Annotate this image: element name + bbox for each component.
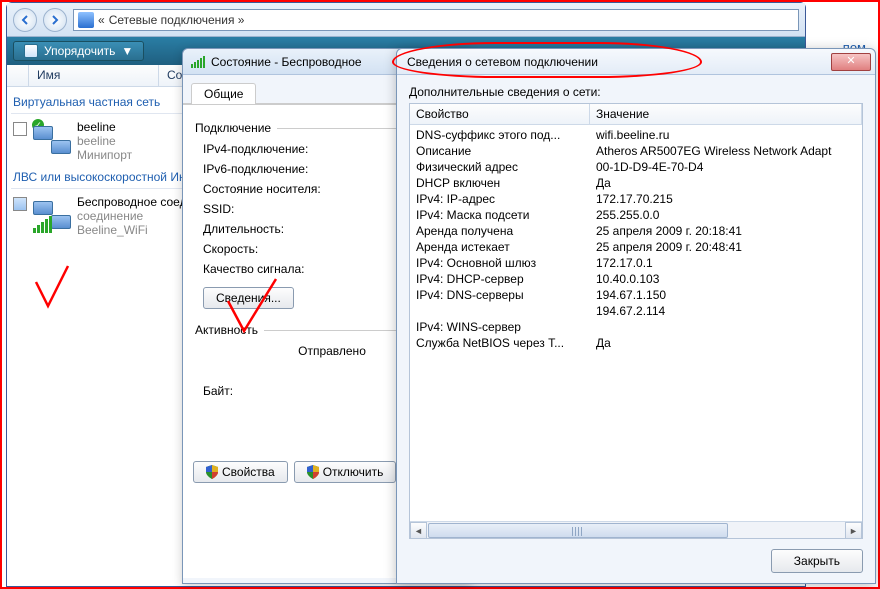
table-row[interactable]: IPv4: WINS-сервер	[410, 319, 862, 335]
cell-property: IPv4: IP-адрес	[410, 192, 590, 206]
cell-property: Служба NetBIOS через T...	[410, 336, 590, 350]
details-button[interactable]: Сведения...	[203, 287, 294, 309]
table-row[interactable]: DNS-суффикс этого под...wifi.beeline.ru	[410, 127, 862, 143]
horizontal-scrollbar[interactable]: ◄ ►	[410, 521, 862, 538]
cell-value: 194.67.1.150	[590, 288, 862, 302]
cell-property: IPv4: Основной шлюз	[410, 256, 590, 270]
organize-icon	[24, 44, 38, 58]
cell-value: 194.67.2.114	[590, 304, 862, 318]
wireless-icon	[33, 195, 71, 233]
cell-property: DHCP включен	[410, 176, 590, 190]
close-button[interactable]: Закрыть	[771, 549, 863, 573]
lbl-media: Состояние носителя:	[203, 181, 353, 197]
cell-value: 25 апреля 2009 г. 20:18:41	[590, 224, 862, 238]
cell-value: 25 апреля 2009 г. 20:48:41	[590, 240, 862, 254]
item-line2: beeline	[77, 134, 132, 148]
address-text: Сетевые подключения »	[109, 13, 245, 27]
item-name: beeline	[77, 120, 132, 134]
item-checkbox[interactable]	[13, 122, 27, 136]
cell-value: Да	[590, 176, 862, 190]
cell-property: Аренда получена	[410, 224, 590, 238]
lbl-signal: Качество сигнала:	[203, 261, 353, 277]
cell-value: 172.17.0.1	[590, 256, 862, 270]
table-row[interactable]: 194.67.2.114	[410, 303, 862, 319]
cell-property: IPv4: DNS-серверы	[410, 288, 590, 302]
table-row[interactable]: IPv4: IP-адрес172.17.70.215	[410, 191, 862, 207]
cell-value: 172.17.70.215	[590, 192, 862, 206]
lbl-ssid: SSID:	[203, 201, 353, 217]
cell-property: Физический адрес	[410, 160, 590, 174]
details-title-bar[interactable]: Сведения о сетевом подключении ✕	[397, 49, 875, 75]
cell-value: Да	[590, 336, 862, 350]
table-row[interactable]: IPv4: DHCP-сервер10.40.0.103	[410, 271, 862, 287]
table-row[interactable]: Физический адрес00-1D-D9-4E-70-D4	[410, 159, 862, 175]
cell-property: IPv4: WINS-сервер	[410, 320, 590, 334]
table-row[interactable]: IPv4: DNS-серверы194.67.1.150	[410, 287, 862, 303]
table-row[interactable]: IPv4: Маска подсети255.255.0.0	[410, 207, 862, 223]
tab-general[interactable]: Общие	[191, 83, 256, 104]
col-property[interactable]: Свойство	[410, 104, 590, 124]
connection-icon: ✓	[33, 120, 71, 158]
cell-value: 00-1D-D9-4E-70-D4	[590, 160, 862, 174]
lbl-duration: Длительность:	[203, 221, 353, 237]
organize-button[interactable]: Упорядочить ▼	[13, 41, 144, 61]
cell-value	[590, 320, 862, 334]
name-column[interactable]: Имя	[29, 65, 159, 86]
table-row[interactable]: Аренда истекает25 апреля 2009 г. 20:48:4…	[410, 239, 862, 255]
signal-bars-icon	[33, 216, 52, 233]
status-title: Состояние - Беспроводное	[211, 55, 362, 69]
item-line3: Минипорт	[77, 148, 132, 162]
table-row[interactable]: Аренда получена25 апреля 2009 г. 20:18:4…	[410, 223, 862, 239]
address-bar[interactable]: « Сетевые подключения »	[73, 9, 799, 31]
details-title: Сведения о сетевом подключении	[407, 55, 598, 69]
connection-details-window: Сведения о сетевом подключении ✕ Дополни…	[396, 48, 876, 584]
table-row[interactable]: Служба NetBIOS через T...Да	[410, 335, 862, 351]
window-close-button[interactable]: ✕	[831, 53, 871, 71]
cell-value: 10.40.0.103	[590, 272, 862, 286]
cell-property: Аренда истекает	[410, 240, 590, 254]
cell-property: Описание	[410, 144, 590, 158]
table-row[interactable]: ОписаниеAtheros AR5007EG Wireless Networ…	[410, 143, 862, 159]
properties-table: Свойство Значение DNS-суффикс этого под.…	[409, 103, 863, 539]
dropdown-icon: ▼	[121, 44, 133, 58]
group-activity: Активность	[193, 323, 264, 337]
table-body: DNS-суффикс этого под...wifi.beeline.ruО…	[410, 125, 862, 521]
lbl-bytes: Байт:	[203, 383, 353, 399]
details-subtitle: Дополнительные сведения о сети:	[409, 85, 863, 99]
lbl-ipv6: IPv6-подключение:	[203, 161, 353, 177]
properties-button[interactable]: Свойства	[193, 461, 288, 483]
cell-property: IPv4: Маска подсети	[410, 208, 590, 222]
lbl-speed: Скорость:	[203, 241, 353, 257]
signal-icon	[191, 56, 205, 68]
cell-property: IPv4: DHCP-сервер	[410, 272, 590, 286]
scroll-right-icon[interactable]: ►	[845, 522, 862, 539]
cell-property	[410, 304, 590, 318]
lbl-sent: Отправлено	[298, 343, 366, 359]
cell-value: Atheros AR5007EG Wireless Network Adapt	[590, 144, 862, 158]
shield-icon	[307, 465, 319, 479]
col-value[interactable]: Значение	[590, 104, 862, 124]
shield-icon	[206, 465, 218, 479]
forward-button[interactable]	[43, 8, 67, 32]
table-row[interactable]: DHCP включенДа	[410, 175, 862, 191]
disable-button[interactable]: Отключить	[294, 461, 397, 483]
lbl-ipv4: IPv4-подключение:	[203, 141, 353, 157]
group-connection: Подключение	[193, 121, 277, 135]
back-button[interactable]	[13, 8, 37, 32]
cell-value: wifi.beeline.ru	[590, 128, 862, 142]
network-icon	[78, 12, 94, 28]
cell-value: 255.255.0.0	[590, 208, 862, 222]
scroll-left-icon[interactable]: ◄	[410, 522, 427, 539]
table-row[interactable]: IPv4: Основной шлюз172.17.0.1	[410, 255, 862, 271]
item-checkbox[interactable]	[13, 197, 27, 211]
scroll-thumb[interactable]	[428, 523, 728, 538]
explorer-toolbar: « Сетевые подключения »	[7, 3, 805, 37]
checkbox-column[interactable]	[7, 65, 29, 86]
cell-property: DNS-суффикс этого под...	[410, 128, 590, 142]
